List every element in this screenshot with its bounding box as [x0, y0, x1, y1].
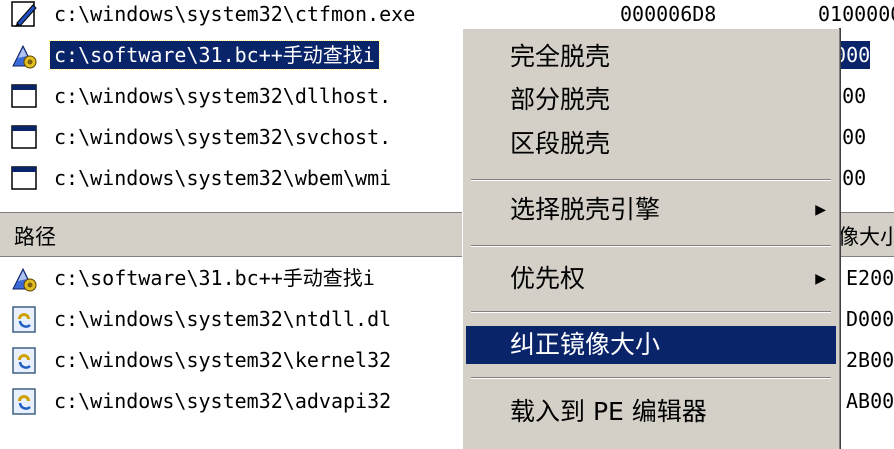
module-path: c:\windows\system32\kernel32 [54, 348, 392, 372]
process-path: c:\windows\system32\dllhost. [54, 84, 392, 108]
module-path: c:\software\31.bc++手动查找i [54, 266, 375, 290]
dll-icon [12, 388, 36, 415]
module-path: c:\windows\system32\ntdll.dl [54, 307, 392, 331]
module-path: c:\windows\system32\advapi32 [54, 389, 392, 413]
menu-separator [471, 179, 831, 181]
menu-item-label: 选择脱壳引擎 [510, 195, 661, 224]
context-menu: 完全脱壳 部分脱壳 区段脱壳 选择脱壳引擎 ▶ 优先权 ▶ 纠正镜像大小 载入到… [462, 28, 840, 449]
menu-item-priority[interactable]: 优先权 ▶ [466, 260, 836, 298]
process-path: c:\software\31.bc++手动查找i [49, 40, 380, 70]
window-icon [11, 84, 37, 108]
module-base: AB00 [846, 389, 894, 413]
app-icon [12, 44, 37, 69]
pen-icon [11, 1, 37, 27]
submenu-arrow-icon: ▶ [815, 202, 826, 218]
menu-item-select-engine[interactable]: 选择脱壳引擎 ▶ [466, 191, 836, 229]
menu-item-label: 优先权 [510, 264, 586, 293]
process-path: c:\windows\system32\wbem\wmi [54, 166, 392, 190]
window-icon [11, 125, 37, 149]
process-pid: 000006D8 [620, 2, 717, 26]
dll-icon [12, 347, 36, 374]
menu-item-section-unpack[interactable]: 区段脱壳 [466, 125, 836, 163]
menu-item-fix-image-size[interactable]: 纠正镜像大小 [466, 326, 836, 364]
dll-icon [12, 306, 36, 333]
submenu-arrow-icon: ▶ [815, 271, 826, 287]
process-path: c:\windows\system32\svchost. [54, 125, 392, 149]
menu-item-load-pe-editor[interactable]: 载入到 PE 编辑器 [466, 393, 836, 431]
column-header-path[interactable]: 路径 [0, 219, 56, 255]
column-header-image-size[interactable]: 像大小 [838, 219, 894, 255]
window-icon [11, 166, 37, 190]
app-icon [12, 267, 37, 292]
menu-item-full-unpack[interactable]: 完全脱壳 [466, 38, 836, 76]
menu-separator [471, 311, 831, 313]
process-path: c:\windows\system32\ctfmon.exe [54, 2, 416, 26]
module-base: E200 [846, 266, 894, 290]
module-base: 2B00 [846, 348, 894, 372]
menu-separator [471, 377, 831, 379]
module-base: D000 [846, 307, 894, 331]
process-base: 0100000 [818, 2, 894, 26]
menu-item-partial-unpack[interactable]: 部分脱壳 [466, 81, 836, 119]
menu-separator [471, 245, 831, 247]
